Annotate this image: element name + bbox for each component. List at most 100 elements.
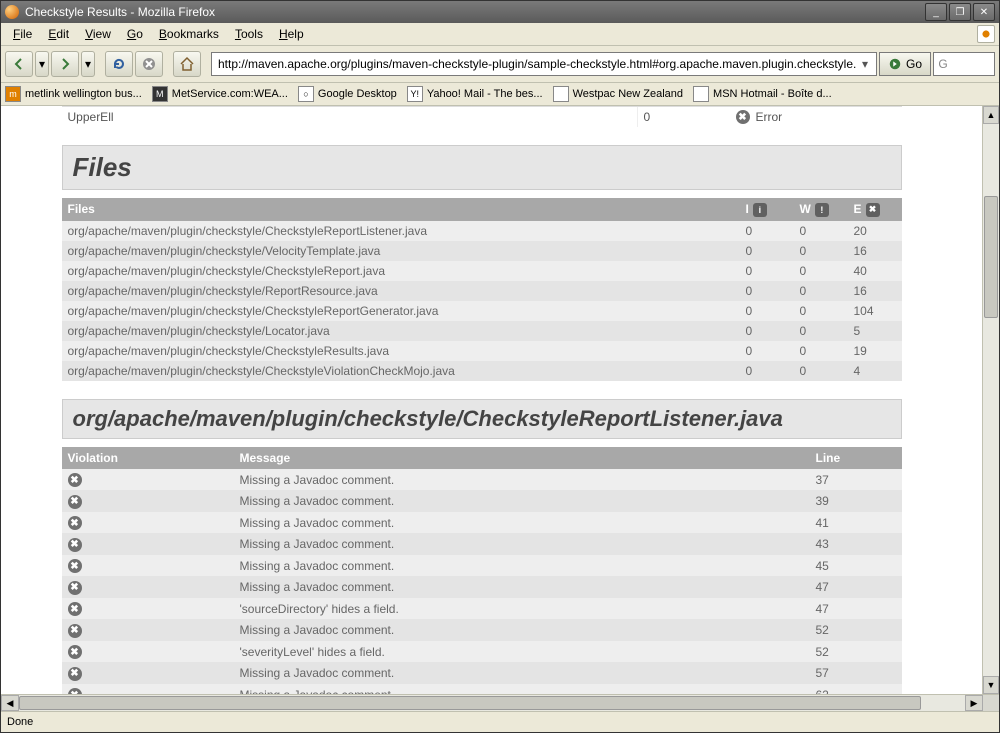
url-input[interactable] <box>216 56 858 72</box>
table-row: ✖Missing a Javadoc comment.41 <box>62 512 902 534</box>
menubar: File Edit View Go Bookmarks Tools Help <box>1 23 999 46</box>
bookmark-item[interactable]: MSN Hotmail - Boîte d... <box>693 86 832 102</box>
warning-count: 0 <box>794 261 848 281</box>
file-link[interactable]: org/apache/maven/plugin/checkstyle/Locat… <box>68 324 330 338</box>
error-icon: ✖ <box>68 688 82 694</box>
file-link[interactable]: org/apache/maven/plugin/checkstyle/Check… <box>68 304 439 318</box>
scroll-up-icon[interactable]: ▲ <box>983 106 999 124</box>
search-engine-icon[interactable]: G <box>934 57 952 71</box>
url-dropdown-icon[interactable]: ▾ <box>858 57 872 71</box>
bookmark-label: MSN Hotmail - Boîte d... <box>713 88 832 100</box>
forward-button[interactable] <box>51 51 79 77</box>
forward-dropdown[interactable]: ▾ <box>81 51 95 77</box>
error-count: 19 <box>848 341 902 361</box>
bookmark-item[interactable]: Westpac New Zealand <box>553 86 683 102</box>
rule-link[interactable]: UpperEll <box>68 110 114 124</box>
stop-button[interactable] <box>135 51 163 77</box>
line-link[interactable]: 39 <box>816 494 829 508</box>
table-row: org/apache/maven/plugin/checkstyle/Check… <box>62 261 902 281</box>
table-row: org/apache/maven/plugin/checkstyle/Check… <box>62 361 902 381</box>
file-link[interactable]: org/apache/maven/plugin/checkstyle/Check… <box>68 344 390 358</box>
home-button[interactable] <box>173 51 201 77</box>
favicon-icon: ○ <box>298 86 314 102</box>
file-link[interactable]: org/apache/maven/plugin/checkstyle/Check… <box>68 264 386 278</box>
error-icon: ✖ <box>68 559 82 573</box>
error-icon: ✖ <box>68 667 82 681</box>
line-link[interactable]: 43 <box>816 537 829 551</box>
files-table: Files Ii W! E✖ org/apache/maven/plugin/c… <box>62 198 902 381</box>
line-link[interactable]: 37 <box>816 473 829 487</box>
warning-count: 0 <box>794 321 848 341</box>
bookmark-item[interactable]: ○Google Desktop <box>298 86 397 102</box>
scroll-right-icon[interactable]: ▶ <box>965 695 983 711</box>
bookmark-label: metlink wellington bus... <box>25 88 142 100</box>
error-icon: ✖ <box>68 495 82 509</box>
go-button[interactable]: Go <box>879 52 931 76</box>
line-link[interactable]: 41 <box>816 516 829 530</box>
menu-tools[interactable]: Tools <box>227 25 271 43</box>
warning-icon: ! <box>815 203 829 217</box>
violation-message: 'sourceDirectory' hides a field. <box>234 598 810 620</box>
table-row: org/apache/maven/plugin/checkstyle/Veloc… <box>62 241 902 261</box>
minimize-button[interactable]: _ <box>925 3 947 21</box>
table-row: ✖Missing a Javadoc comment.47 <box>62 576 902 598</box>
scroll-down-icon[interactable]: ▼ <box>983 676 999 694</box>
info-count: 0 <box>740 321 794 341</box>
search-box[interactable]: G <box>933 52 995 76</box>
line-link[interactable]: 47 <box>816 602 829 616</box>
menu-file[interactable]: File <box>5 25 40 43</box>
bookmark-item[interactable]: mmetlink wellington bus... <box>5 86 142 102</box>
scrollbar-thumb[interactable] <box>984 196 998 318</box>
line-link[interactable]: 45 <box>816 559 829 573</box>
violation-message: Missing a Javadoc comment. <box>234 662 810 684</box>
error-icon: ✖ <box>68 581 82 595</box>
menu-edit[interactable]: Edit <box>40 25 77 43</box>
firefox-icon <box>5 5 19 19</box>
activity-throbber-icon <box>977 25 995 43</box>
menu-help[interactable]: Help <box>271 25 312 43</box>
menu-bookmarks[interactable]: Bookmarks <box>151 25 227 43</box>
line-link[interactable]: 52 <box>816 623 829 637</box>
info-icon: i <box>753 203 767 217</box>
line-link[interactable]: 57 <box>816 666 829 680</box>
status-text: Done <box>7 716 33 728</box>
url-bar[interactable]: ▾ <box>211 52 877 76</box>
maximize-button[interactable]: ❐ <box>949 3 971 21</box>
error-count: 20 <box>848 221 902 241</box>
go-icon <box>888 57 902 71</box>
error-count: 16 <box>848 281 902 301</box>
back-button[interactable] <box>5 51 33 77</box>
table-row: ✖Missing a Javadoc comment.45 <box>62 555 902 577</box>
favicon-icon <box>693 86 709 102</box>
bookmark-label: Yahoo! Mail - The bes... <box>427 88 543 100</box>
violations-table: Violation Message Line ✖Missing a Javado… <box>62 447 902 694</box>
file-link[interactable]: org/apache/maven/plugin/checkstyle/Veloc… <box>68 244 381 258</box>
file-link[interactable]: org/apache/maven/plugin/checkstyle/Repor… <box>68 284 378 298</box>
scroll-left-icon[interactable]: ◀ <box>1 695 19 711</box>
error-icon: ✖ <box>68 645 82 659</box>
file-link[interactable]: org/apache/maven/plugin/checkstyle/Check… <box>68 224 428 238</box>
bookmarks-toolbar: mmetlink wellington bus... MMetService.c… <box>1 83 999 106</box>
back-dropdown[interactable]: ▾ <box>35 51 49 77</box>
bookmark-item[interactable]: Y!Yahoo! Mail - The bes... <box>407 86 543 102</box>
vertical-scrollbar[interactable]: ▲ ▼ <box>982 106 999 694</box>
favicon-icon: M <box>152 86 168 102</box>
col-files: Files <box>62 198 740 221</box>
line-link[interactable]: 62 <box>816 688 829 694</box>
menu-view[interactable]: View <box>77 25 119 43</box>
error-icon: ✖ <box>68 538 82 552</box>
file-link[interactable]: org/apache/maven/plugin/checkstyle/Check… <box>68 364 455 378</box>
menu-go[interactable]: Go <box>119 25 151 43</box>
scrollbar-thumb[interactable] <box>19 696 921 710</box>
close-button[interactable]: ✕ <box>973 3 995 21</box>
line-link[interactable]: 52 <box>816 645 829 659</box>
file-detail-heading: org/apache/maven/plugin/checkstyle/Check… <box>62 399 902 439</box>
bookmark-item[interactable]: MMetService.com:WEA... <box>152 86 288 102</box>
reload-button[interactable] <box>105 51 133 77</box>
info-count: 0 <box>740 241 794 261</box>
error-count: 40 <box>848 261 902 281</box>
horizontal-scrollbar[interactable]: ◀ ▶ <box>1 694 999 711</box>
info-count: 0 <box>740 301 794 321</box>
line-link[interactable]: 47 <box>816 580 829 594</box>
table-row: ✖ Missing a Javadoc comment. 57 <box>62 662 902 684</box>
